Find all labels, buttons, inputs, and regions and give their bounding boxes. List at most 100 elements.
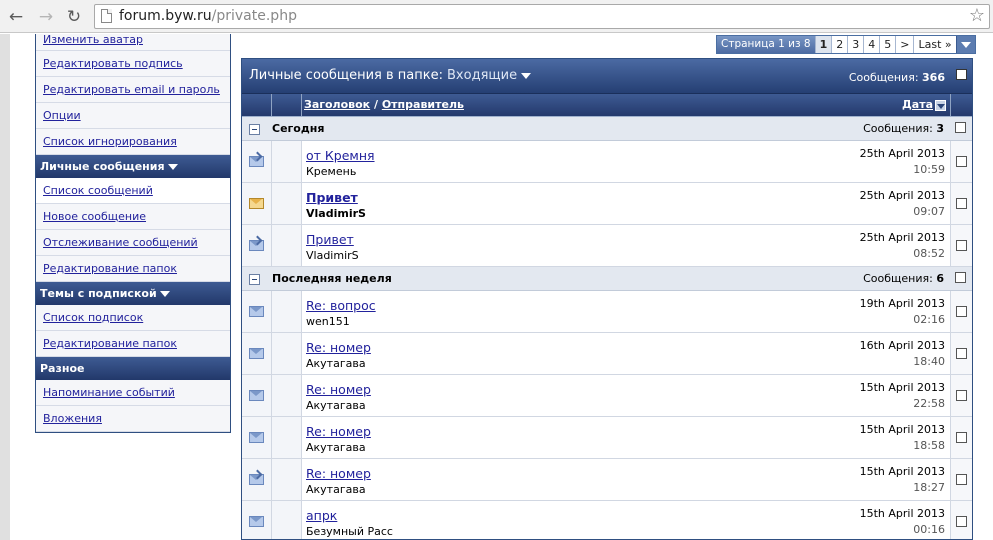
- message-date: 19th April 2013: [859, 297, 945, 310]
- sidebar-item-message-list[interactable]: Список сообщений: [36, 178, 230, 204]
- message-select-checkbox[interactable]: [956, 516, 967, 527]
- message-row: Re: номер Акутагава 15th April 2013 22:58: [242, 375, 972, 417]
- last-page-link[interactable]: Last »: [913, 36, 956, 53]
- message-select-checkbox[interactable]: [956, 474, 967, 485]
- sort-by-date-link[interactable]: Дата: [902, 98, 933, 111]
- sort-by-title-link[interactable]: Заголовок: [304, 98, 370, 111]
- collapse-icon[interactable]: [249, 124, 260, 135]
- forward-arrow-icon[interactable]: →: [36, 7, 56, 27]
- sidebar-item-event-reminders[interactable]: Напоминание событий: [36, 380, 230, 406]
- message-time: 00:16: [913, 523, 945, 536]
- message-sender: Акутагава: [306, 399, 366, 412]
- bookmark-star-icon[interactable]: ☆: [969, 5, 985, 26]
- page-link-2[interactable]: 2: [831, 36, 848, 53]
- select-all-checkbox[interactable]: [956, 69, 967, 80]
- message-date: 15th April 2013: [859, 423, 945, 436]
- message-sender: VladimirS: [306, 207, 366, 220]
- message-row: Привет VladimirS 25th April 2013 09:07: [242, 183, 972, 225]
- message-date: 15th April 2013: [859, 465, 945, 478]
- sidebar-item-email-password[interactable]: Редактировать email и пароль: [36, 77, 230, 103]
- message-time: 18:27: [913, 481, 945, 494]
- message-date: 25th April 2013: [859, 147, 945, 160]
- message-title-link[interactable]: Re: вопрос: [306, 298, 376, 313]
- message-select-checkbox[interactable]: [956, 390, 967, 401]
- sidebar-item-attachments[interactable]: Вложения: [36, 406, 230, 432]
- panel-title: Личные сообщения в папке: Входящие: [249, 68, 532, 83]
- browser-toolbar: ← → ↻ forum.byw.ru/private.php ☆: [0, 0, 993, 33]
- message-sender: wen151: [306, 315, 350, 328]
- group-message-count: Сообщения: 3: [863, 122, 944, 135]
- sidebar-item-new-message[interactable]: Новое сообщение: [36, 204, 230, 230]
- sidebar-item-track-messages[interactable]: Отслеживание сообщений: [36, 230, 230, 256]
- sidebar-header-subscriptions[interactable]: Темы с подпиской: [36, 282, 230, 305]
- chevron-down-icon[interactable]: [521, 72, 532, 79]
- message-row: Re: номер Акутагава 15th April 2013 18:27: [242, 459, 972, 501]
- message-row: от Кремня Кремень 25th April 2013 10:59: [242, 141, 972, 183]
- message-title-link[interactable]: апрк: [306, 508, 337, 523]
- message-select-checkbox[interactable]: [956, 306, 967, 317]
- collapse-icon[interactable]: [249, 274, 260, 285]
- message-select-checkbox[interactable]: [956, 198, 967, 209]
- message-sender: Акутагава: [306, 483, 366, 496]
- sidebar-item-subscription-list[interactable]: Список подписок: [36, 305, 230, 331]
- message-select-checkbox[interactable]: [956, 156, 967, 167]
- sidebar-item-edit-folders[interactable]: Редактирование папок: [36, 256, 230, 282]
- envelope-icon: [249, 306, 264, 317]
- message-title-link[interactable]: Re: номер: [306, 466, 371, 481]
- next-page-link[interactable]: >: [895, 36, 914, 53]
- sort-by-sender-link[interactable]: Отправитель: [382, 98, 464, 111]
- page-link-1[interactable]: 1: [814, 36, 832, 53]
- forwarded-envelope-icon: [249, 474, 264, 485]
- envelope-icon: [249, 432, 264, 443]
- folder-selector[interactable]: Входящие: [447, 68, 517, 83]
- sidebar-item-avatar[interactable]: Изменить аватар: [36, 34, 230, 51]
- sidebar-header-pm[interactable]: Личные сообщения: [36, 155, 230, 178]
- message-select-checkbox[interactable]: [956, 432, 967, 443]
- usercp-sidebar: Изменить аватар Редактировать подпись Ре…: [35, 34, 231, 433]
- message-row: Re: вопрос wen151 19th April 2013 02:16: [242, 291, 972, 333]
- page-link-5[interactable]: 5: [879, 36, 896, 53]
- message-sender: Акутагава: [306, 441, 366, 454]
- message-time: 08:52: [913, 247, 945, 260]
- message-title-link[interactable]: от Кремня: [306, 148, 375, 163]
- sidebar-header-misc: Разное: [36, 357, 230, 380]
- message-title-link[interactable]: Re: номер: [306, 424, 371, 439]
- group-select-checkbox[interactable]: [955, 122, 966, 133]
- sidebar-item-ignore-list[interactable]: Список игнорирования: [36, 129, 230, 155]
- message-date: 15th April 2013: [859, 507, 945, 520]
- message-sender: Безумный Расс: [306, 525, 393, 538]
- column-headers: Заголовок / Отправитель Дата: [242, 94, 972, 117]
- page-link-4[interactable]: 4: [863, 36, 880, 53]
- message-group-header: Сегодня Сообщения: 3: [242, 117, 972, 141]
- reload-icon[interactable]: ↻: [64, 7, 84, 27]
- envelope-icon: [249, 390, 264, 401]
- message-title-link[interactable]: Привет: [306, 232, 354, 247]
- page-content: Изменить аватар Редактировать подпись Ре…: [0, 34, 993, 540]
- message-date: 15th April 2013: [859, 381, 945, 394]
- message-title-link[interactable]: Re: номер: [306, 340, 371, 355]
- message-select-checkbox[interactable]: [956, 240, 967, 251]
- messages-panel: Личные сообщения в папке: Входящие Сообще…: [241, 58, 973, 540]
- message-time: 18:58: [913, 439, 945, 452]
- group-select-checkbox[interactable]: [955, 272, 966, 283]
- sidebar-item-options[interactable]: Опции: [36, 103, 230, 129]
- message-select-checkbox[interactable]: [956, 348, 967, 359]
- chevron-down-icon: [159, 291, 170, 297]
- message-title-link[interactable]: Привет: [306, 190, 358, 205]
- envelope-icon: [249, 348, 264, 359]
- message-group-header: Последняя неделя Сообщения: 6: [242, 267, 972, 291]
- page-link-3[interactable]: 3: [847, 36, 864, 53]
- message-row: апрк Безумный Расс 15th April 2013 00:16: [242, 501, 972, 539]
- message-date: 25th April 2013: [859, 231, 945, 244]
- message-title-link[interactable]: Re: номер: [306, 382, 371, 397]
- sidebar-item-signature[interactable]: Редактировать подпись: [36, 51, 230, 77]
- message-time: 10:59: [913, 163, 945, 176]
- sort-order-icon[interactable]: [935, 99, 946, 111]
- sidebar-item-subscription-folders[interactable]: Редактирование папок: [36, 331, 230, 357]
- address-bar[interactable]: forum.byw.ru/private.php ☆: [94, 4, 990, 29]
- total-message-count: Сообщения: 366: [848, 71, 945, 84]
- group-name: Последняя неделя: [272, 272, 392, 285]
- back-arrow-icon[interactable]: ←: [6, 7, 26, 27]
- message-sender: Кремень: [306, 165, 357, 178]
- page-menu-dropdown-icon[interactable]: [955, 36, 975, 53]
